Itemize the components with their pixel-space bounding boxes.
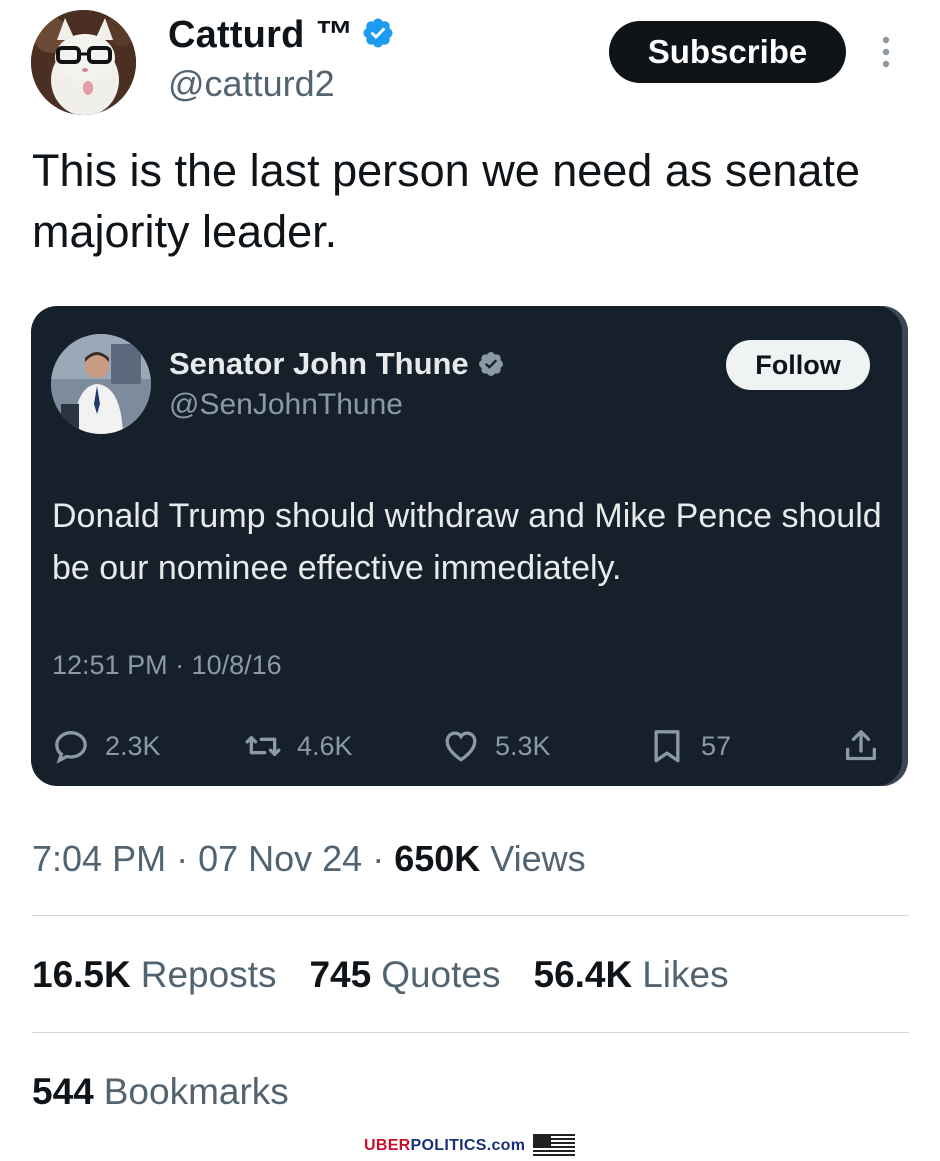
- divider: [32, 1032, 909, 1033]
- watermark-brand-part1: UBER: [364, 1137, 411, 1154]
- meta-separator: ·: [176, 838, 199, 879]
- likes-count: 56.4K: [533, 954, 633, 995]
- quoted-repost-count: 4.6K: [297, 730, 353, 761]
- share-icon: [846, 730, 876, 761]
- repost-icon: [245, 736, 281, 756]
- views-count: 650K: [394, 838, 481, 879]
- heart-icon: [445, 731, 477, 762]
- likes-label: Likes: [642, 954, 729, 995]
- quoted-reply-count: 2.3K: [105, 730, 161, 761]
- quoted-display-name: Senator John Thune: [169, 346, 505, 382]
- quoted-handle: @SenJohnThune: [169, 388, 403, 421]
- quoted-tweet-text: Donald Trump should withdraw and Mike Pe…: [52, 497, 882, 587]
- more-vertical-icon[interactable]: [875, 34, 897, 74]
- quotes-count: 745: [309, 954, 372, 995]
- reply-icon: [55, 730, 87, 764]
- quoted-like-count: 5.3K: [495, 730, 551, 761]
- uberpolitics-watermark: UBER POLITICS .com: [364, 1134, 576, 1158]
- quoted-timestamp: 12:51 PM · 10/8/16: [52, 650, 282, 680]
- quoted-repost-action: 4.6K: [243, 724, 353, 768]
- views-label: Views: [490, 838, 586, 879]
- bookmarks-label: Bookmarks: [103, 1071, 289, 1112]
- tweet-date[interactable]: 07 Nov 24: [198, 838, 362, 879]
- verified-badge-icon: [478, 352, 503, 376]
- watermark-brand-part2: POLITICS: [410, 1137, 487, 1154]
- engagement-stats: 16.5K Reposts 745 Quotes 56.4K Likes: [32, 954, 762, 996]
- reposts-label: Reposts: [140, 954, 277, 995]
- cat-avatar-image: [31, 10, 136, 115]
- author-avatar[interactable]: [31, 10, 136, 115]
- quotes-label: Quotes: [381, 954, 501, 995]
- tweet-time[interactable]: 7:04 PM: [32, 838, 166, 879]
- quoted-bookmark-action: 57: [647, 724, 731, 768]
- reposts-count: 16.5K: [32, 954, 131, 995]
- tweet-meta: 7:04 PM · 07 Nov 24 · 650K Views: [32, 838, 586, 880]
- senator-avatar-image: [51, 334, 151, 434]
- quoted-like-action: 5.3K: [441, 724, 551, 768]
- verified-badge-icon: [363, 17, 393, 48]
- quoted-name-text: Senator John Thune: [169, 346, 469, 381]
- us-flag-icon: [533, 1134, 576, 1158]
- reposts-stat[interactable]: 16.5K Reposts: [32, 954, 276, 996]
- watermark-suffix: .com: [486, 1137, 526, 1154]
- quoted-action-bar: 2.3K 4.6K 5.3K 57: [51, 724, 886, 768]
- bookmarks-stat: 544 Bookmarks: [32, 1071, 289, 1113]
- quoted-reply-action: 2.3K: [51, 724, 161, 768]
- tweet-text: This is the last person we need as senat…: [32, 145, 860, 257]
- quotes-stat[interactable]: 745 Quotes: [309, 954, 500, 996]
- likes-stat[interactable]: 56.4K Likes: [534, 954, 729, 996]
- quoted-tweet-screenshot[interactable]: Senator John Thune @SenJohnThune Follow …: [31, 306, 908, 786]
- bookmarks-count: 544: [32, 1071, 94, 1112]
- author-handle[interactable]: @catturd2: [168, 63, 335, 105]
- subscribe-button[interactable]: Subscribe: [609, 21, 846, 83]
- quoted-author-avatar: [51, 334, 151, 434]
- bookmark-icon: [654, 730, 680, 763]
- author-name-text: Catturd ™: [168, 14, 354, 56]
- quoted-bookmark-count: 57: [701, 730, 732, 761]
- author-display-name[interactable]: Catturd ™: [168, 14, 395, 57]
- follow-button: Follow: [726, 340, 870, 390]
- quoted-share-action: [841, 724, 895, 768]
- meta-separator: ·: [372, 838, 395, 879]
- divider: [32, 915, 909, 916]
